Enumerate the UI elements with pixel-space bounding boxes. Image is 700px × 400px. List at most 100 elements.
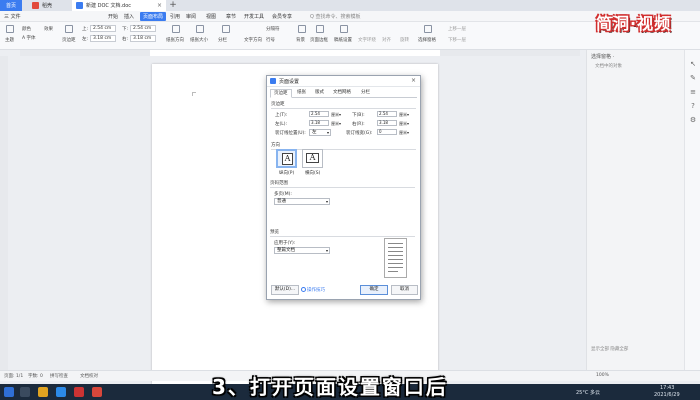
font-button[interactable]: A 字体	[22, 35, 36, 41]
tab-document[interactable]: 新建 DOC 文档.doc ×	[72, 0, 166, 11]
clock-time[interactable]: 17:43	[660, 385, 674, 391]
menu-page-layout[interactable]: 页面布局	[140, 12, 167, 21]
windows-start-icon[interactable]	[4, 387, 14, 397]
wps-icon[interactable]	[92, 387, 102, 397]
ok-button[interactable]: 确定	[360, 285, 388, 295]
zoom-level[interactable]: 100%	[596, 373, 609, 378]
line-number-button[interactable]: 行号	[266, 37, 275, 43]
tab-home[interactable]: 首页	[0, 0, 22, 11]
landscape-option[interactable]: A	[302, 149, 323, 168]
menu-member[interactable]: 会员专享	[272, 13, 292, 20]
tab-columns[interactable]: 分栏	[358, 89, 373, 98]
top-margin-input[interactable]: 2.54	[309, 111, 329, 117]
selection-pane-footer[interactable]: 显示全部 隐藏全部	[591, 346, 628, 352]
paper-size-icon[interactable]	[196, 25, 204, 33]
ribbon-right-margin-field[interactable]: 3.18 cm	[130, 35, 156, 42]
adjust-icon[interactable]: ≡	[689, 88, 697, 96]
margins-button[interactable]: 页边距	[62, 37, 76, 43]
chevron-down-icon: ▾	[326, 130, 329, 135]
theme-icon[interactable]	[6, 25, 14, 33]
manuscript-button[interactable]: 稿纸设置	[334, 37, 352, 43]
left-margin-unit[interactable]: 厘米▾	[331, 121, 341, 127]
bring-forward-button[interactable]: 上移一层	[448, 26, 466, 32]
background-icon[interactable]	[298, 25, 306, 33]
ribbon-top-margin-field[interactable]: 2.54 cm	[90, 25, 116, 32]
align-button[interactable]: 对齐	[382, 37, 391, 43]
weather-widget[interactable]: 25°C 多云	[576, 389, 600, 396]
bottom-margin-unit[interactable]: 厘米▾	[399, 112, 409, 118]
tips-link[interactable]: 操作技巧	[301, 287, 325, 293]
preview-line	[388, 251, 403, 252]
cancel-button[interactable]: 取消	[391, 285, 418, 295]
word-count[interactable]: 字数: 0	[28, 373, 43, 379]
background-button[interactable]: 背景	[296, 37, 305, 43]
help-icon[interactable]: ?	[689, 102, 697, 110]
columns-button[interactable]: 分栏	[218, 37, 227, 43]
edit-icon[interactable]: ✎	[689, 74, 697, 82]
breaks-button[interactable]: 分隔符	[266, 26, 280, 32]
close-tab-icon[interactable]: ×	[157, 2, 162, 9]
command-search[interactable]: Q 查找命令、搜索模板	[310, 13, 361, 20]
menu-file[interactable]: 三 文件	[4, 13, 21, 20]
menu-chapter[interactable]: 章节	[226, 13, 236, 20]
preview-line	[388, 259, 403, 260]
cursor-icon[interactable]: ↖	[689, 60, 697, 68]
default-button[interactable]: 默认(D)...	[271, 285, 299, 295]
clock-date[interactable]: 2021/6/29	[654, 392, 680, 398]
select-pane-button[interactable]: 选择窗格	[418, 37, 436, 43]
columns-icon[interactable]	[222, 25, 230, 33]
preview-line	[388, 243, 403, 244]
tab-layout[interactable]: 版式	[312, 89, 327, 98]
rotate-button[interactable]: 旋转	[400, 37, 409, 43]
ribbon-bottom-margin-field[interactable]: 2.54 cm	[130, 25, 156, 32]
tab-margins[interactable]: 页边距	[270, 89, 292, 98]
select-pane-icon[interactable]	[424, 25, 432, 33]
right-margin-input[interactable]: 3.18	[377, 120, 397, 126]
vertical-ruler[interactable]	[0, 56, 8, 381]
file-explorer-icon[interactable]	[38, 387, 48, 397]
portrait-option[interactable]: A	[276, 149, 297, 168]
menu-insert[interactable]: 插入	[124, 13, 134, 20]
edge-icon[interactable]	[56, 387, 66, 397]
page-border-icon[interactable]	[316, 25, 324, 33]
manuscript-icon[interactable]	[340, 25, 348, 33]
chevron-down-icon: ▾	[325, 248, 328, 253]
multiple-pages-select[interactable]: 普通 ▾	[274, 198, 330, 205]
doc-proofread[interactable]: 文档校对	[80, 373, 98, 379]
page-border-button[interactable]: 页面边框	[310, 37, 328, 43]
margins-icon[interactable]	[65, 25, 73, 33]
menu-home[interactable]: 开始	[108, 13, 118, 20]
tab-daoke-label: 稻壳	[42, 3, 53, 9]
menu-review[interactable]: 审阅	[186, 13, 196, 20]
spell-check-toggle[interactable]: 拼写检查	[50, 373, 68, 379]
gutter-position-select[interactable]: 左 ▾	[309, 129, 331, 136]
apply-to-select[interactable]: 整篇文档 ▾	[274, 247, 330, 254]
wrap-button[interactable]: 文字环绕	[358, 37, 376, 43]
search-icon[interactable]	[20, 387, 30, 397]
new-tab-button[interactable]: +	[168, 0, 178, 11]
gutter-width-input[interactable]: 0	[377, 129, 397, 135]
close-icon[interactable]: ×	[411, 77, 416, 84]
ribbon-left-margin-field[interactable]: 3.18 cm	[90, 35, 116, 42]
gutter-width-unit[interactable]: 厘米▾	[399, 130, 409, 136]
orientation-icon[interactable]	[172, 25, 180, 33]
bottom-margin-input[interactable]: 2.54	[377, 111, 397, 117]
left-margin-input[interactable]: 3.18	[309, 120, 329, 126]
menu-dev-tools[interactable]: 开发工具	[244, 13, 264, 20]
menu-references[interactable]: 引用	[170, 13, 180, 20]
tab-daoke[interactable]: 稻壳	[28, 0, 70, 11]
top-margin-unit[interactable]: 厘米▾	[331, 112, 341, 118]
paper-size-button[interactable]: 纸张大小	[190, 37, 208, 43]
app-icon[interactable]	[74, 387, 84, 397]
effect-button[interactable]: 效果	[44, 26, 53, 32]
settings-icon[interactable]: ⚙	[689, 116, 697, 124]
tab-paper[interactable]: 纸张	[294, 89, 309, 98]
orientation-button[interactable]: 纸张方向	[166, 37, 184, 43]
menu-view[interactable]: 视图	[206, 13, 216, 20]
send-backward-button[interactable]: 下移一层	[448, 37, 466, 43]
color-button[interactable]: 颜色	[22, 26, 31, 32]
right-margin-unit[interactable]: 厘米▾	[399, 121, 409, 127]
theme-button[interactable]: 主题	[5, 37, 14, 43]
text-direction-button[interactable]: 文字方向	[244, 37, 262, 43]
tab-doc-grid[interactable]: 文档网格	[330, 89, 354, 98]
